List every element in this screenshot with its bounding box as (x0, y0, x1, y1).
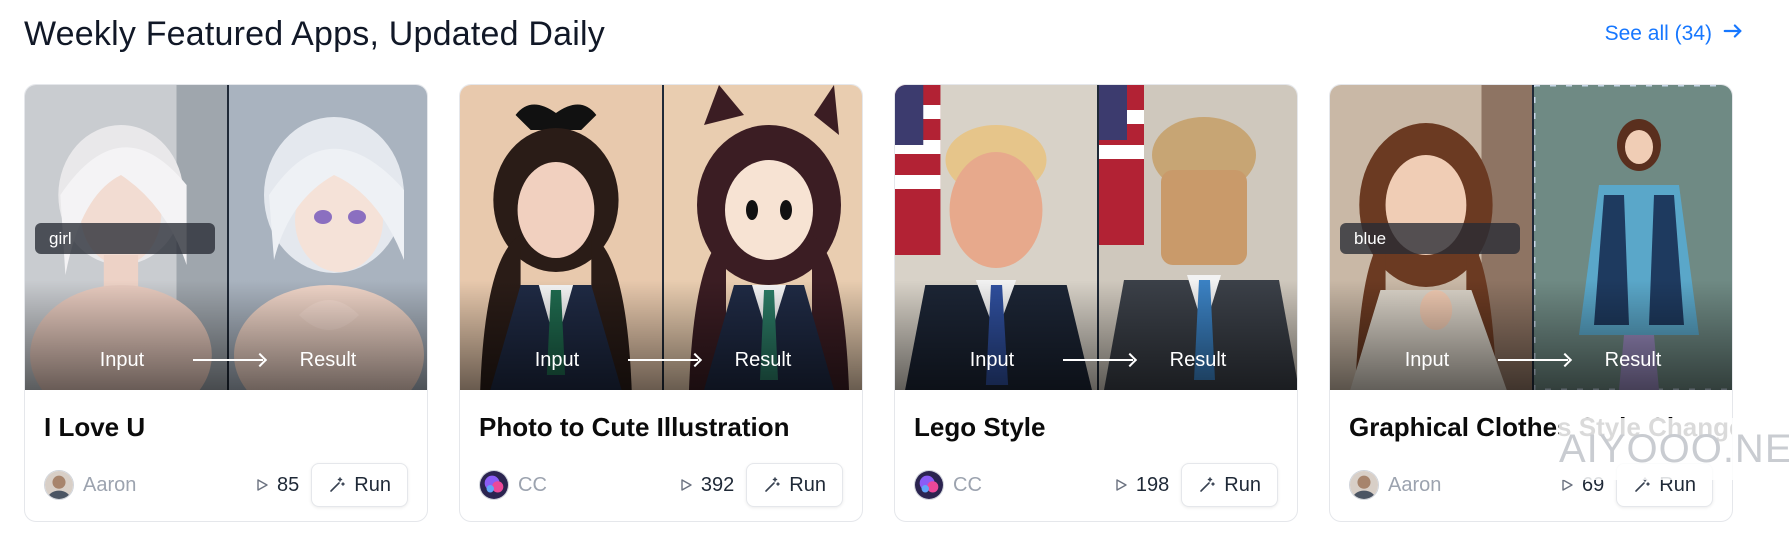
featured-apps-list: girl Input Result I Love U Aaron 85 Run … (24, 84, 1733, 522)
author-name[interactable]: CC (953, 474, 982, 497)
author-avatar[interactable] (44, 470, 74, 500)
app-name: Photo to Cute Illustration (479, 412, 790, 442)
app-name: Lego Style (914, 412, 1046, 442)
play-icon (1562, 479, 1573, 491)
magic-wand-icon (765, 477, 781, 492)
author-name[interactable]: CC (518, 474, 547, 497)
run-label: Run (1224, 473, 1261, 496)
app-card[interactable]: girl Input Result I Love U Aaron 85 Run (24, 84, 428, 522)
play-icon (257, 479, 268, 491)
input-label: Input (1404, 348, 1450, 371)
run-count: 392 (679, 474, 734, 497)
see-all-label: See all (34) (1604, 22, 1712, 45)
app-meta: Aaron 85 Run (44, 462, 408, 508)
magic-wand-icon (1200, 477, 1216, 492)
run-button[interactable]: Run (311, 463, 408, 507)
result-label: Result (1169, 348, 1227, 371)
input-result-labels: Input Result (460, 346, 862, 374)
run-button[interactable]: Run (1181, 463, 1278, 507)
result-label: Result (299, 348, 357, 371)
run-label: Run (789, 473, 826, 496)
author-name[interactable]: Aaron (83, 474, 136, 497)
run-count: 198 (1114, 474, 1169, 497)
run-count-value: 198 (1135, 473, 1170, 496)
section-header: Weekly Featured Apps, Updated Daily See … (24, 12, 1744, 58)
app-meta: CC 198 Run (914, 462, 1278, 508)
watermark: AIYOOO.NET (1559, 418, 1789, 480)
section-title: Weekly Featured Apps, Updated Daily (24, 15, 605, 53)
input-image (460, 85, 662, 390)
input-label: Input (969, 348, 1015, 371)
author-avatar[interactable] (1349, 470, 1379, 500)
result-image (1532, 85, 1732, 390)
run-count-value: 392 (700, 473, 735, 496)
input-label: Input (534, 348, 580, 371)
input-result-labels: Input Result (1330, 346, 1732, 374)
play-icon (681, 479, 692, 491)
app-info: Photo to Cute Illustration CC 392 Run (460, 390, 862, 521)
app-preview: Input Result (460, 85, 862, 390)
run-count-value: 85 (277, 473, 300, 496)
play-icon (1116, 479, 1127, 491)
preset-tag: blue (1340, 223, 1520, 254)
result-image (227, 85, 427, 390)
input-result-labels: Input Result (25, 346, 427, 374)
arrow-right-icon (1722, 20, 1744, 48)
app-info: I Love U Aaron 85 Run (25, 390, 427, 521)
run-label: Run (354, 473, 391, 496)
magic-wand-icon (330, 477, 346, 492)
see-all-link[interactable]: See all (34) (1605, 20, 1744, 48)
app-info: Lego Style CC 198 Run (895, 390, 1297, 521)
app-card[interactable]: Input Result Photo to Cute Illustration … (459, 84, 863, 522)
input-result-labels: Input Result (895, 346, 1297, 374)
result-label: Result (1604, 348, 1662, 371)
result-image (662, 85, 862, 390)
app-preview: blue Input Result (1330, 85, 1732, 390)
app-meta: CC 392 Run (479, 462, 843, 508)
run-button[interactable]: Run (746, 463, 843, 507)
preset-tag: girl (35, 223, 215, 254)
app-card[interactable]: Input Result Lego Style CC 198 Run (894, 84, 1298, 522)
run-count: 85 (255, 474, 299, 497)
result-label: Result (734, 348, 792, 371)
result-image (1097, 85, 1297, 390)
app-name: I Love U (44, 412, 146, 442)
author-avatar[interactable] (914, 470, 944, 500)
app-preview: girl Input Result (25, 85, 427, 390)
input-label: Input (99, 348, 145, 371)
app-preview: Input Result (895, 85, 1297, 390)
author-avatar[interactable] (479, 470, 509, 500)
input-image (895, 85, 1097, 390)
author-name[interactable]: Aaron (1388, 474, 1441, 497)
